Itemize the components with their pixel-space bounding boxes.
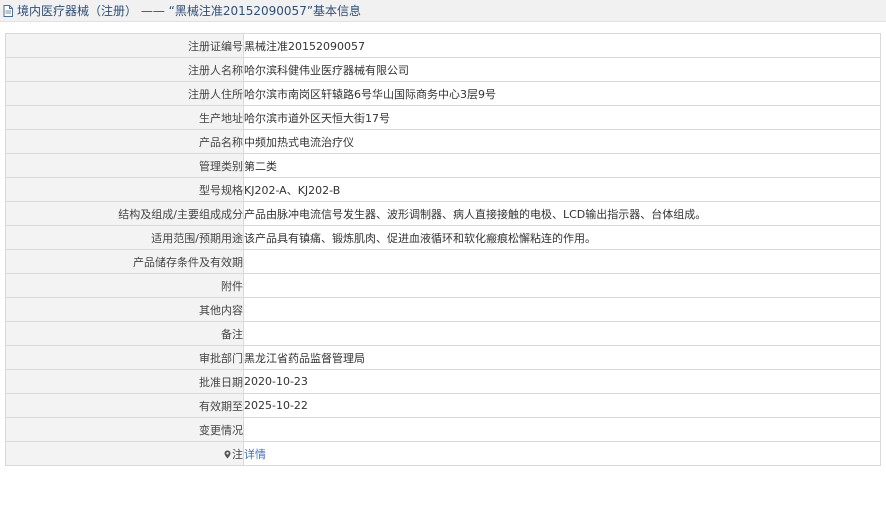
table-row: 有效期至 2025-10-22 [5, 393, 881, 418]
page-title: 境内医疗器械（注册） —— “黑械注准20152090057”基本信息 [17, 4, 362, 18]
row-value [243, 417, 881, 442]
note-label-cell: 注 [5, 441, 244, 466]
row-label: 结构及组成/主要组成成分 [5, 201, 244, 226]
row-label: 注册人名称 [5, 57, 244, 82]
table-row: 产品储存条件及有效期 [5, 249, 881, 274]
row-label: 变更情况 [5, 417, 244, 442]
row-value: 2020-10-23 [243, 369, 881, 394]
row-value: 哈尔滨科健伟业医疗器械有限公司 [243, 57, 881, 82]
row-label: 适用范围/预期用途 [5, 225, 244, 250]
row-label: 批准日期 [5, 369, 244, 394]
row-label: 管理类别 [5, 153, 244, 178]
row-label: 产品储存条件及有效期 [5, 249, 244, 274]
row-value [243, 321, 881, 346]
row-value: 黑龙江省药品监督管理局 [243, 345, 881, 370]
row-value: KJ202-A、KJ202-B [243, 177, 881, 202]
row-value [243, 273, 881, 298]
table-row: 审批部门 黑龙江省药品监督管理局 [5, 345, 881, 370]
table-row: 备注 [5, 321, 881, 346]
row-value: 产品由脉冲电流信号发生器、波形调制器、病人直接接触的电极、LCD输出指示器、台体… [243, 201, 881, 226]
table-row: 型号规格 KJ202-A、KJ202-B [5, 177, 881, 202]
table-row: 注册证编号 黑械注准20152090057 [5, 33, 881, 58]
row-label: 审批部门 [5, 345, 244, 370]
row-value [243, 249, 881, 274]
table-row: 附件 [5, 273, 881, 298]
row-label: 备注 [5, 321, 244, 346]
table-row: 其他内容 [5, 297, 881, 322]
table-row: 管理类别 第二类 [5, 153, 881, 178]
info-table: 注册证编号 黑械注准20152090057 注册人名称 哈尔滨科健伟业医疗器械有限公… [5, 33, 881, 466]
table-row: 注册人住所 哈尔滨市南岗区轩辕路6号华山国际商务中心3层9号 [5, 81, 881, 106]
table-row: 产品名称 中频加热式电流治疗仪 [5, 129, 881, 154]
row-label: 型号规格 [5, 177, 244, 202]
row-value: 中频加热式电流治疗仪 [243, 129, 881, 154]
table-row: 生产地址 哈尔滨市道外区天恒大街17号 [5, 105, 881, 130]
row-value: 该产品具有镇痛、锻炼肌肉、促进血液循环和软化瘢痕松懈粘连的作用。 [243, 225, 881, 250]
row-value: 哈尔滨市道外区天恒大街17号 [243, 105, 881, 130]
pin-icon [224, 449, 231, 458]
row-label: 生产地址 [5, 105, 244, 130]
row-value: 第二类 [243, 153, 881, 178]
row-label: 其他内容 [5, 297, 244, 322]
details-link[interactable]: 详情 [245, 448, 267, 461]
note-label: 注 [232, 447, 243, 461]
row-label: 有效期至 [5, 393, 244, 418]
document-icon [3, 4, 15, 18]
row-label: 注册证编号 [5, 33, 244, 58]
row-value: 哈尔滨市南岗区轩辕路6号华山国际商务中心3层9号 [243, 81, 881, 106]
row-value: 黑械注准20152090057 [243, 33, 881, 58]
page-header: 境内医疗器械（注册） —— “黑械注准20152090057”基本信息 [0, 0, 886, 22]
row-value: 2025-10-22 [243, 393, 881, 418]
table-row: 适用范围/预期用途 该产品具有镇痛、锻炼肌肉、促进血液循环和软化瘢痕松懈粘连的作用… [5, 225, 881, 250]
row-label: 产品名称 [5, 129, 244, 154]
table-row: 结构及组成/主要组成成分 产品由脉冲电流信号发生器、波形调制器、病人直接接触的电极… [5, 201, 881, 226]
note-value-cell: 详情 [243, 441, 881, 466]
row-value [243, 297, 881, 322]
note-row: 注 详情 [5, 441, 881, 466]
row-label: 附件 [5, 273, 244, 298]
table-row: 批准日期 2020-10-23 [5, 369, 881, 394]
row-label: 注册人住所 [5, 81, 244, 106]
table-row: 变更情况 [5, 417, 881, 442]
table-row: 注册人名称 哈尔滨科健伟业医疗器械有限公司 [5, 57, 881, 82]
